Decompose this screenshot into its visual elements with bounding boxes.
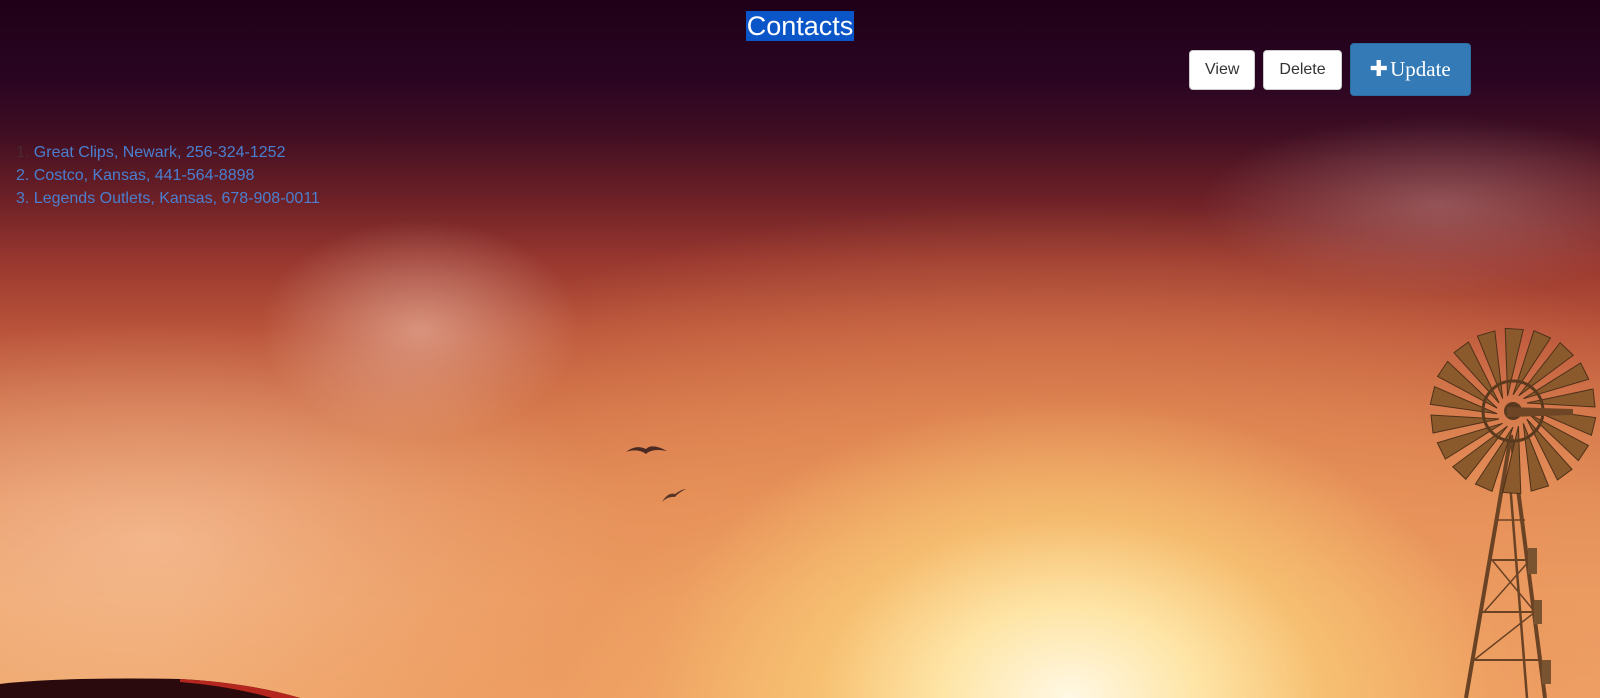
windmill-wheel [1429, 327, 1597, 495]
page-title: Contacts [0, 10, 1600, 42]
view-button[interactable]: View [1189, 49, 1256, 90]
hill-silhouette [0, 678, 300, 698]
bird-silhouette [662, 489, 686, 502]
list-item-number: 1. [16, 144, 30, 161]
update-button-label: Update [1390, 57, 1451, 81]
list-item-text[interactable]: Legends Outlets, Kansas, 678-908-0011 [34, 190, 320, 207]
action-toolbar: View Delete ✚ Update [1189, 43, 1471, 96]
windmill [1464, 434, 1551, 698]
list-item-text[interactable]: Costco, Kansas, 441-564-8898 [34, 167, 255, 184]
list-item-text[interactable]: Great Clips, Newark, 256-324-1252 [34, 144, 286, 161]
contact-list: 1. Great Clips, Newark, 256-324-1252 2. … [16, 141, 320, 210]
page-title-text: Contacts [745, 11, 855, 41]
update-button[interactable]: ✚ Update [1349, 43, 1471, 96]
bird-silhouette [626, 446, 667, 454]
hill-edge [180, 679, 300, 698]
list-item[interactable]: 3. Legends Outlets, Kansas, 678-908-0011 [16, 187, 320, 210]
delete-button[interactable]: Delete [1263, 49, 1342, 90]
list-item[interactable]: 1. Great Clips, Newark, 256-324-1252 [16, 141, 320, 164]
list-item-number: 3. [16, 190, 30, 207]
list-item[interactable]: 2. Costco, Kansas, 441-564-8898 [16, 164, 320, 187]
list-item-number: 2. [16, 167, 30, 184]
background-scenery [0, 327, 1597, 698]
plus-icon: ✚ [1369, 56, 1389, 82]
